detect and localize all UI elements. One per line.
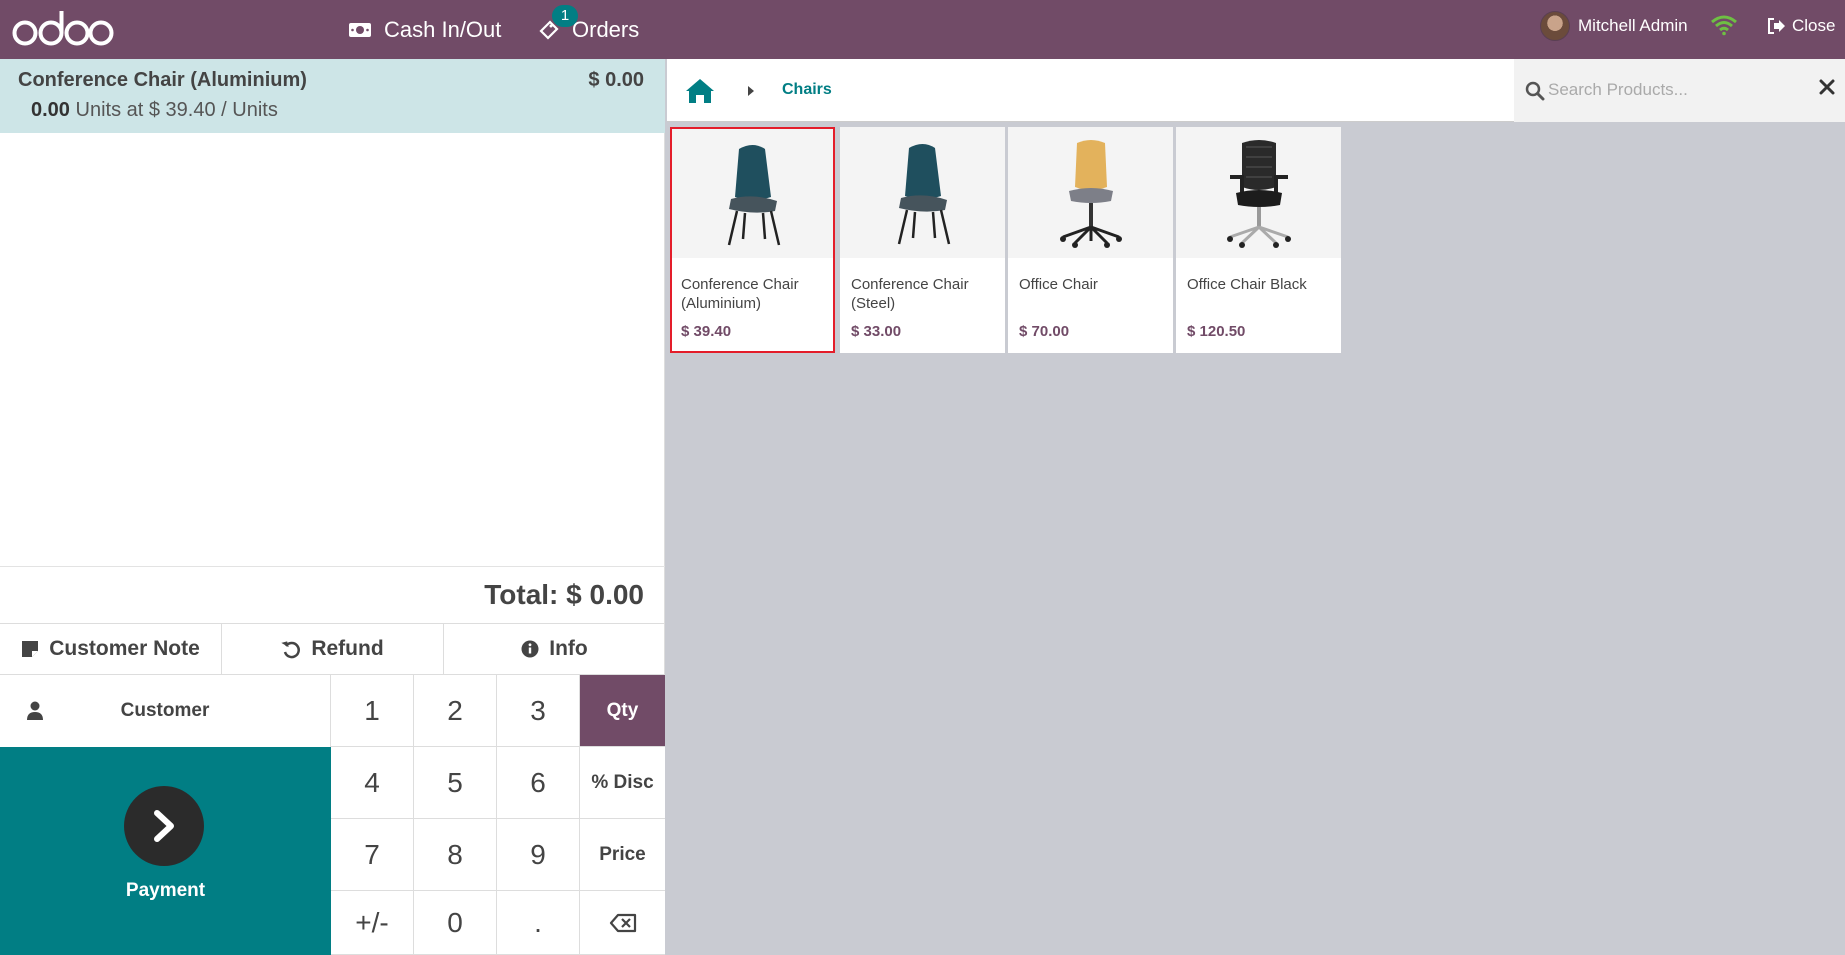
control-buttons: Customer Note Refund Info	[0, 623, 665, 675]
numpad-key-plus-minus[interactable]: +/-	[331, 891, 414, 955]
sign-out-icon	[1766, 17, 1786, 35]
order-line-price: $ 0.00	[588, 69, 644, 91]
user-icon	[26, 701, 44, 726]
numpad-key-5[interactable]: 5	[414, 747, 497, 819]
refund-label: Refund	[311, 637, 384, 660]
numpad-key-7[interactable]: 7	[331, 819, 414, 891]
chevron-right-icon	[154, 810, 174, 842]
chair-image-icon	[727, 144, 780, 245]
numpad-key-9[interactable]: 9	[497, 819, 580, 891]
close-label: Close	[1792, 16, 1836, 35]
mode-qty-button[interactable]: Qty	[580, 675, 665, 747]
numpad-key-2[interactable]: 2	[414, 675, 497, 747]
numpad-key-4[interactable]: 4	[331, 747, 414, 819]
mode-discount-button[interactable]: % Disc	[580, 747, 665, 819]
order-line-unit-detail: Units at $ 39.40 / Units	[75, 99, 278, 121]
info-icon	[521, 640, 539, 658]
customer-note-button[interactable]: Customer Note	[0, 624, 222, 674]
numpad-key-6[interactable]: 6	[497, 747, 580, 819]
money-icon	[348, 21, 372, 39]
product-image	[1176, 127, 1341, 258]
close-button[interactable]: Close	[1766, 0, 1835, 52]
avatar	[1540, 11, 1570, 41]
payment-arrow-circle	[124, 786, 204, 866]
order-line-info: 0.00 Units at $ 39.40 / Units	[31, 99, 278, 122]
product-card[interactable]: Office Chair Black $ 120.50	[1176, 127, 1341, 353]
mode-price-button[interactable]: Price	[580, 819, 665, 891]
customer-note-label: Customer Note	[49, 637, 200, 660]
customer-label: Customer	[120, 700, 210, 721]
order-pane: Conference Chair (Aluminium) $ 0.00 0.00…	[0, 59, 665, 955]
refund-button[interactable]: Refund	[222, 624, 444, 674]
order-line[interactable]: Conference Chair (Aluminium) $ 0.00 0.00…	[0, 59, 665, 133]
breadcrumb-category[interactable]: Chairs	[782, 81, 832, 99]
orders-button[interactable]: 1 Orders	[538, 0, 639, 59]
product-card[interactable]: Office Chair $ 70.00	[1008, 127, 1173, 353]
product-price: $ 39.40	[681, 323, 732, 340]
payment-button[interactable]: Payment	[0, 747, 331, 955]
product-search	[1514, 59, 1845, 122]
chair-image-icon	[1226, 139, 1291, 248]
odoo-logo-mark	[12, 11, 114, 46]
backspace-button[interactable]	[580, 891, 665, 955]
numpad-key-8[interactable]: 8	[414, 819, 497, 891]
info-label: Info	[549, 637, 588, 660]
product-name: Conference Chair (Steel)	[851, 276, 969, 312]
order-line-qty: 0.00	[31, 99, 70, 121]
numpad: 1 2 3 Qty 4 5 6 % Disc 7 8 9 Price +/- 0…	[331, 675, 665, 955]
payment-label: Payment	[125, 880, 206, 901]
product-card[interactable]: Conference Chair (Steel) $ 33.00	[840, 127, 1005, 353]
chair-image-icon	[897, 143, 950, 244]
ticket-icon: 1	[538, 4, 578, 41]
product-name: Office Chair Black	[1187, 276, 1307, 293]
total-row: Total: $ 0.00	[0, 566, 665, 623]
caret-right-icon	[747, 84, 755, 102]
home-icon	[686, 79, 714, 103]
product-price: $ 70.00	[1019, 323, 1070, 340]
order-line-product: Conference Chair (Aluminium)	[18, 69, 307, 91]
chair-image-icon	[1059, 139, 1122, 248]
search-icon	[1525, 81, 1545, 106]
info-button[interactable]: Info	[444, 624, 665, 674]
user-name: Mitchell Admin	[1578, 16, 1688, 35]
numpad-key-dot[interactable]: .	[497, 891, 580, 955]
home-category-button[interactable]	[685, 78, 715, 109]
search-input[interactable]	[1548, 73, 1798, 107]
clear-search-icon[interactable]	[1819, 79, 1835, 100]
numpad-key-1[interactable]: 1	[331, 675, 414, 747]
undo-icon	[281, 639, 301, 659]
orders-label: Orders	[572, 16, 640, 42]
product-price: $ 33.00	[851, 323, 902, 340]
numpad-key-3[interactable]: 3	[497, 675, 580, 747]
odoo-logo	[12, 8, 114, 50]
customer-button[interactable]: Customer	[0, 675, 331, 747]
order-total: Total: $ 0.00	[484, 579, 644, 610]
note-icon	[21, 640, 39, 658]
cash-in-out-label: Cash In/Out	[384, 16, 502, 42]
top-bar: Cash In/Out 1 Orders Mitchell Admin Clos…	[0, 0, 1845, 59]
product-name: Conference Chair (Aluminium)	[681, 276, 799, 312]
product-screen-header: Chairs	[667, 59, 1845, 122]
backspace-icon	[609, 913, 636, 932]
product-price: $ 120.50	[1187, 323, 1246, 340]
numpad-key-0[interactable]: 0	[414, 891, 497, 955]
wifi-icon	[1710, 14, 1738, 41]
cash-in-out-button[interactable]: Cash In/Out	[348, 0, 501, 59]
product-image	[1008, 127, 1173, 258]
product-image	[672, 129, 833, 258]
product-name: Office Chair	[1019, 276, 1098, 293]
product-card[interactable]: Conference Chair (Aluminium) $ 39.40	[670, 127, 835, 353]
product-image	[840, 127, 1005, 258]
orders-count-badge: 1	[552, 4, 578, 27]
user-menu[interactable]: Mitchell Admin	[1540, 0, 1688, 52]
